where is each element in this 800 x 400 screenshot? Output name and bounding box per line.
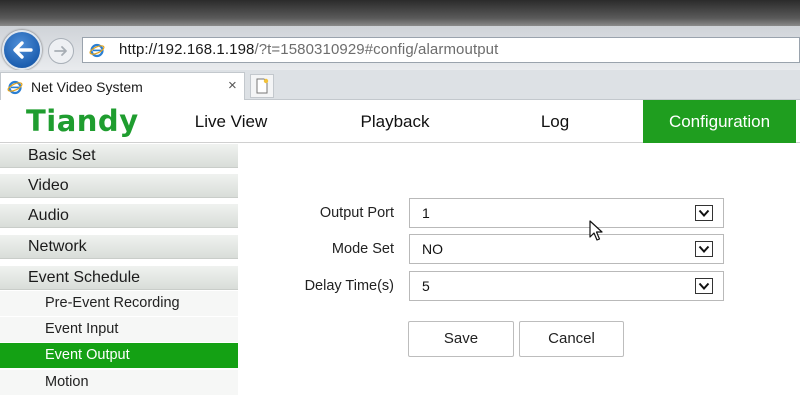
sidebar-subitem-pre-event-recording[interactable]: Pre-Event Recording	[0, 291, 238, 316]
output-port-label: Output Port	[319, 205, 394, 221]
output-port-select[interactable]: 1	[409, 198, 724, 228]
close-icon[interactable]: ×	[228, 77, 237, 94]
nav-playback[interactable]: Playback	[340, 100, 450, 143]
url-text: http://192.168.1.198/?t=1580310929#confi…	[119, 41, 498, 58]
delay-time-value: 5	[422, 278, 430, 294]
delay-time-label: Delay Time(s)	[304, 278, 394, 294]
sidebar-subitem-motion[interactable]: Motion	[0, 370, 238, 395]
sidebar: Basic Set Video Audio Network Event Sche…	[0, 143, 240, 400]
sidebar-item-video[interactable]: Video	[0, 174, 238, 198]
ie-logo-icon	[89, 43, 105, 58]
url-path: /?t=1580310929#config/alarmoutput	[254, 41, 499, 58]
nav-configuration[interactable]: Configuration	[643, 100, 796, 143]
sidebar-item-basic-set[interactable]: Basic Set	[0, 144, 238, 168]
tab-title: Net Video System	[31, 79, 143, 95]
back-button[interactable]	[2, 30, 42, 70]
new-tab-icon	[256, 78, 269, 94]
nav-log[interactable]: Log	[510, 100, 600, 143]
config-content: Output Port 1 Mode Set NO Delay Time(s) …	[240, 143, 800, 400]
url-host: http://192.168.1.198	[119, 41, 255, 58]
save-button[interactable]: Save	[408, 321, 514, 357]
chevron-down-icon[interactable]	[695, 278, 713, 294]
cancel-button[interactable]: Cancel	[519, 321, 624, 357]
mode-set-label: Mode Set	[331, 241, 394, 257]
output-port-value: 1	[422, 205, 430, 221]
delay-time-select[interactable]: 5	[409, 271, 724, 301]
nav-live-view[interactable]: Live View	[176, 100, 286, 143]
mouse-cursor-icon	[589, 220, 603, 241]
forward-arrow-icon	[54, 46, 67, 56]
chevron-down-icon[interactable]	[695, 205, 713, 221]
os-top-bar	[0, 0, 800, 26]
sidebar-subitem-event-output[interactable]: Event Output	[0, 343, 238, 368]
sidebar-item-audio[interactable]: Audio	[0, 204, 238, 228]
tiandy-logo: Tiandy	[26, 104, 139, 138]
mode-set-select[interactable]: NO	[409, 234, 724, 264]
tab-bar: Net Video System ×	[0, 70, 800, 100]
ie-logo-icon	[7, 80, 23, 95]
chevron-down-icon[interactable]	[695, 241, 713, 257]
browser-tab[interactable]: Net Video System ×	[0, 72, 245, 100]
app-header: Tiandy Live View Playback Log Configurat…	[0, 100, 800, 143]
mode-set-value: NO	[422, 241, 443, 257]
new-tab-button[interactable]	[250, 74, 274, 98]
sidebar-subitem-event-input[interactable]: Event Input	[0, 317, 238, 342]
sidebar-item-event-schedule[interactable]: Event Schedule	[0, 266, 238, 290]
forward-button[interactable]	[48, 38, 74, 64]
address-bar[interactable]: http://192.168.1.198/?t=1580310929#confi…	[82, 37, 800, 63]
sidebar-item-network[interactable]: Network	[0, 235, 238, 259]
back-arrow-icon	[13, 41, 33, 59]
